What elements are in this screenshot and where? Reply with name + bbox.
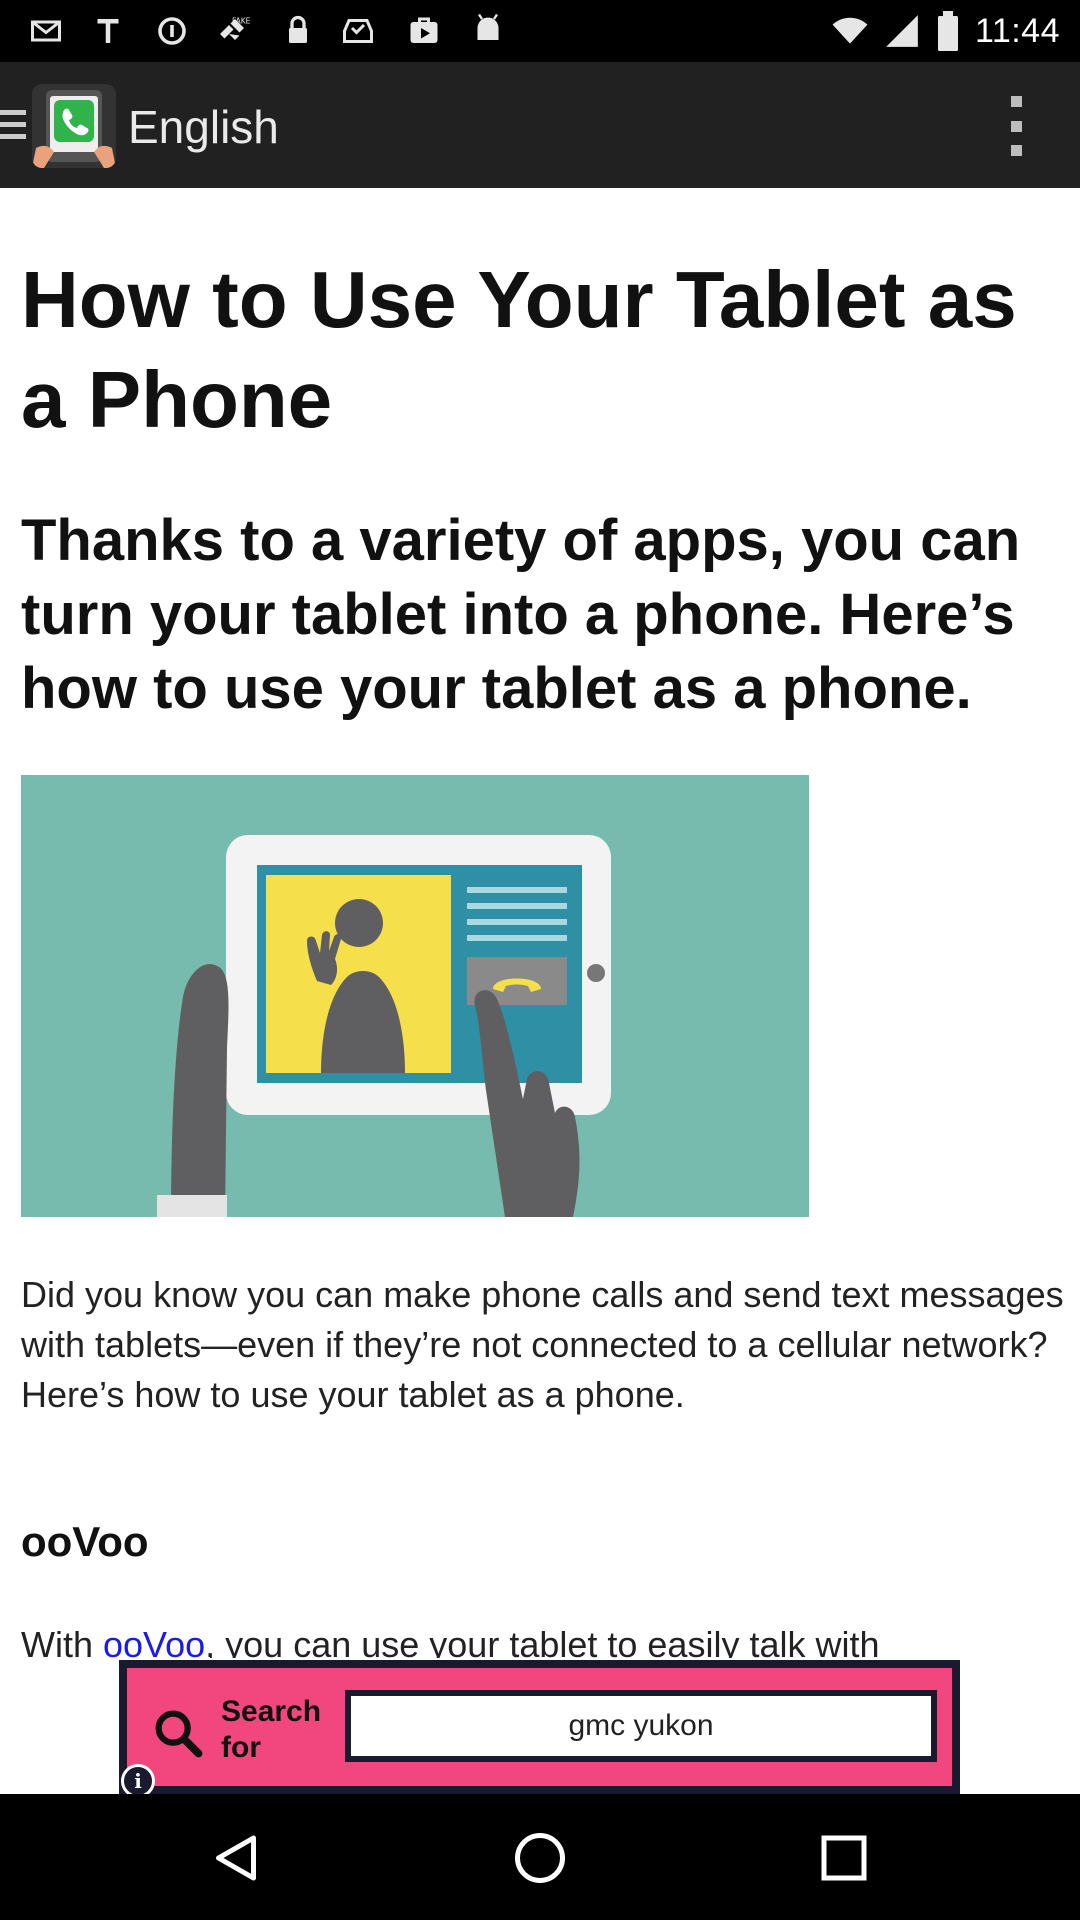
ad-info-icon[interactable]: i <box>121 1764 155 1798</box>
article-content[interactable]: How to Use Your Tablet as a Phone Thanks… <box>0 188 1080 1658</box>
ad-label-line2: for <box>221 1731 261 1764</box>
article-paragraph-oovoo: With ooVoo, you can use your tablet to e… <box>21 1620 1080 1658</box>
section-heading-oovoo: ooVoo <box>21 1518 149 1565</box>
mail-icon <box>31 20 61 42</box>
signal-icon <box>886 15 918 47</box>
ad-search-query[interactable]: gmc yukon <box>351 1696 931 1756</box>
inbox-check-icon <box>343 19 373 43</box>
paragraph-prefix: With <box>21 1624 104 1658</box>
article-hero-image <box>21 775 809 1217</box>
svg-text:FAKE: FAKE <box>232 17 250 26</box>
menu-icon[interactable] <box>0 110 26 142</box>
lock-icon <box>289 15 307 43</box>
navigation-bar <box>0 1794 1080 1920</box>
battery-icon <box>937 11 958 51</box>
play-store-icon <box>410 17 438 43</box>
back-icon[interactable] <box>206 1828 266 1888</box>
ad-banner[interactable]: Search for gmc yukon i <box>119 1660 960 1798</box>
article-paragraph: Did you know you can make phone calls an… <box>21 1274 1064 1415</box>
status-time: 11:44 <box>974 11 1060 50</box>
ad-search-field[interactable]: gmc yukon <box>345 1690 937 1762</box>
ad-banner-body[interactable]: Search for gmc yukon <box>127 1668 952 1786</box>
oovoo-link[interactable]: ooVoo <box>103 1624 205 1658</box>
article-title: How to Use Your Tablet as a Phone <box>21 255 1017 444</box>
recents-icon[interactable] <box>814 1828 874 1888</box>
paragraph-suffix: , you can use your tablet to easily talk… <box>205 1624 880 1658</box>
status-bar: FAKE 11:44 <box>0 0 1080 62</box>
app-title: English <box>128 101 279 153</box>
wifi-icon <box>832 17 868 44</box>
overflow-menu-icon[interactable] <box>1004 96 1028 156</box>
text-t-icon <box>97 19 119 43</box>
app-logo-phone-icon[interactable] <box>32 84 116 168</box>
ad-search-label: Search for <box>221 1694 321 1766</box>
home-icon[interactable] <box>510 1828 570 1888</box>
search-icon <box>155 1710 203 1758</box>
article-subtitle: Thanks to a variety of apps, you can tur… <box>21 508 1021 721</box>
app-bar: English <box>0 62 1080 188</box>
tablet-video-call-illustration <box>21 775 809 1217</box>
android-icon <box>477 13 499 40</box>
fake-gps-icon: FAKE <box>220 17 250 40</box>
ad-label-line1: Search <box>221 1695 322 1728</box>
data-saver-icon <box>158 17 186 45</box>
